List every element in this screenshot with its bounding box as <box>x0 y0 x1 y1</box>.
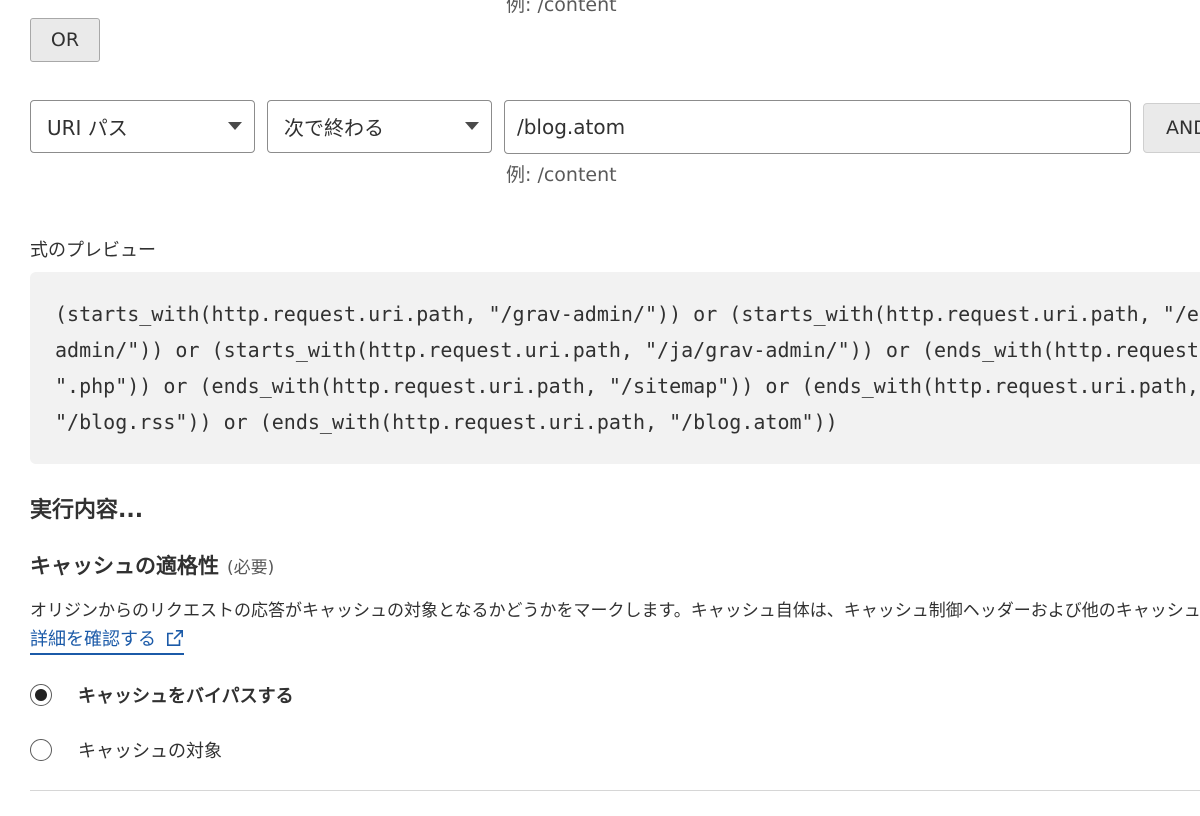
or-button[interactable]: OR <box>30 18 100 62</box>
cache-eligibility-title: キャッシュの適格性 (必要) <box>30 550 274 580</box>
expression-line: (starts_with(http.request.uri.path, "/gr… <box>55 302 1200 326</box>
radio-dot <box>35 689 47 701</box>
cache-eligibility-title-text: キャッシュの適格性 <box>30 554 219 578</box>
required-label: (必要) <box>227 558 275 578</box>
radio-bypass-cache-label: キャッシュをバイパスする <box>78 686 294 707</box>
radio-button-selected[interactable] <box>30 684 52 706</box>
and-button[interactable]: AND <box>1143 103 1200 153</box>
expression-line: ".php")) or (ends_with(http.request.uri.… <box>55 374 1199 398</box>
radio-button[interactable] <box>30 739 52 761</box>
divider <box>30 790 1200 791</box>
chevron-down-icon <box>465 122 479 130</box>
learn-more-link[interactable]: 詳細を確認する <box>30 625 184 655</box>
radio-bypass-cache[interactable]: キャッシュをバイパスする <box>30 682 294 708</box>
value-input[interactable] <box>504 100 1131 154</box>
expression-line: "/blog.rss")) or (ends_with(http.request… <box>55 410 838 434</box>
previous-value-hint: 例: /content <box>506 0 617 16</box>
field-select[interactable]: URI パス <box>30 100 255 153</box>
action-section-title: 実行内容... <box>30 498 144 523</box>
learn-more-label: 詳細を確認する <box>30 629 156 650</box>
chevron-down-icon <box>228 122 242 130</box>
cache-eligibility-description: オリジンからのリクエストの応答がキャッシュの対象となるかどうかをマークします。キ… <box>30 601 1200 621</box>
value-hint: 例: /content <box>506 164 617 186</box>
field-select-value: URI パス <box>47 116 128 140</box>
expression-preview-label: 式のプレビュー <box>30 240 156 261</box>
radio-eligible-for-cache[interactable]: キャッシュの対象 <box>30 737 222 763</box>
external-link-icon <box>166 629 184 647</box>
radio-eligible-for-cache-label: キャッシュの対象 <box>78 741 222 762</box>
expression-preview: (starts_with(http.request.uri.path, "/gr… <box>30 272 1200 464</box>
operator-select-value: 次で終わる <box>284 116 384 140</box>
expression-line: admin/")) or (starts_with(http.request.u… <box>55 338 1200 362</box>
operator-select[interactable]: 次で終わる <box>267 100 492 153</box>
